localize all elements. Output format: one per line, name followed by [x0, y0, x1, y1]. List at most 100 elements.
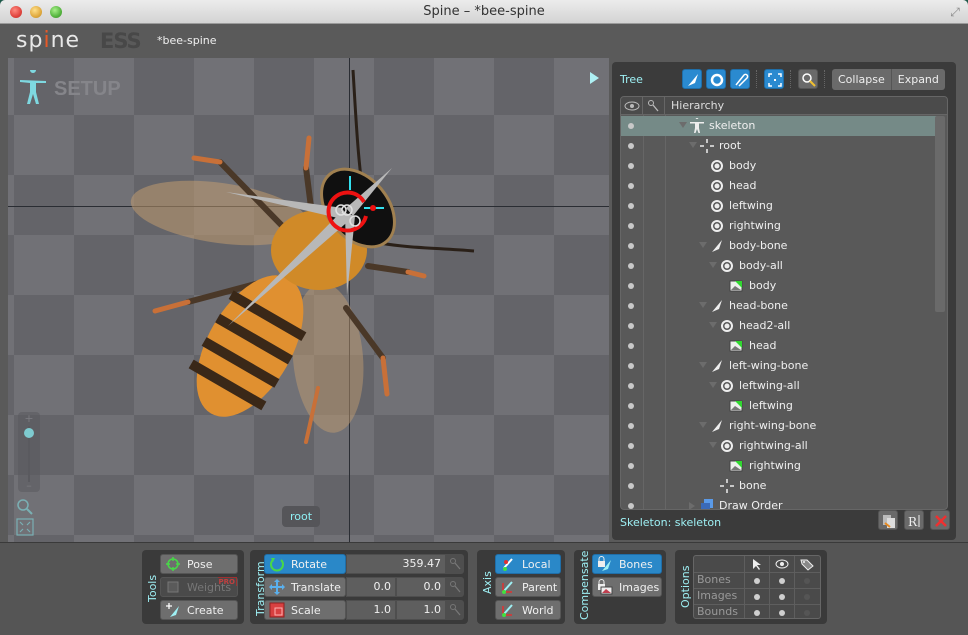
visibility-toggle[interactable] — [628, 403, 634, 409]
rename-button[interactable]: R — [904, 510, 924, 530]
expand-arrow-icon[interactable] — [709, 442, 717, 448]
zoom-window-button[interactable] — [50, 6, 62, 18]
export-button[interactable] — [878, 510, 898, 530]
visibility-toggle[interactable] — [628, 223, 634, 229]
visibility-toggle[interactable] — [628, 203, 634, 209]
axis-local-button[interactable]: Local — [495, 554, 561, 574]
axis-world-button[interactable]: World — [495, 600, 561, 620]
collapse-button[interactable]: Collapse — [832, 69, 891, 90]
compensate-images-button[interactable]: Images — [592, 577, 662, 597]
tree-row[interactable]: head-bone — [621, 296, 937, 316]
visibility-toggle[interactable] — [628, 423, 634, 429]
expand-button[interactable]: Expand — [892, 69, 945, 90]
scale-tool-button[interactable]: Scale — [264, 600, 346, 620]
translate-y-field[interactable]: 0.0 — [396, 577, 446, 597]
zoom-out-icon[interactable]: – — [18, 479, 40, 492]
tree-row[interactable]: root — [621, 136, 937, 156]
pose-tool-button[interactable]: Pose — [160, 554, 238, 574]
tree-row[interactable]: body-all — [621, 256, 937, 276]
visibility-toggle[interactable] — [628, 343, 634, 349]
rotate-value-field[interactable]: 359.47 — [346, 554, 446, 574]
visibility-toggle[interactable] — [628, 303, 634, 309]
keys-column-header[interactable] — [643, 97, 665, 115]
expand-arrow-icon[interactable] — [699, 302, 707, 308]
tree-row[interactable]: rightwing-all — [621, 436, 937, 456]
zoom-knob[interactable] — [24, 428, 34, 438]
expand-arrow-icon[interactable] — [709, 382, 717, 388]
fit-view-icon[interactable] — [16, 518, 34, 536]
visibility-toggle[interactable] — [628, 463, 634, 469]
show-slots-button[interactable] — [706, 69, 726, 89]
expand-arrow-icon[interactable] — [709, 322, 717, 328]
tree-row[interactable]: body-bone — [621, 236, 937, 256]
tree-row[interactable]: skeleton — [621, 116, 937, 136]
visibility-column-header[interactable] — [621, 97, 643, 115]
expand-arrow-icon[interactable] — [709, 262, 717, 268]
visibility-toggle[interactable] — [628, 183, 634, 189]
tree-row[interactable]: leftwing-all — [621, 376, 937, 396]
show-attachments-button[interactable] — [730, 69, 750, 89]
visibility-toggle[interactable] — [628, 263, 634, 269]
option-select-toggle[interactable] — [754, 594, 760, 600]
tree-row[interactable]: head — [621, 336, 937, 356]
visibility-toggle[interactable] — [628, 143, 634, 149]
scale-key-button[interactable] — [446, 600, 464, 620]
option-visible-toggle[interactable] — [779, 594, 785, 600]
scale-y-field[interactable]: 1.0 — [396, 600, 446, 620]
option-select-toggle[interactable] — [754, 578, 760, 584]
tree-row[interactable]: right-wing-bone — [621, 416, 937, 436]
tree-row[interactable]: Draw Order — [621, 496, 937, 509]
visibility-toggle[interactable] — [628, 323, 634, 329]
option-visible-toggle[interactable] — [779, 578, 785, 584]
tree-row[interactable]: rightwing — [621, 216, 937, 236]
visibility-toggle[interactable] — [628, 363, 634, 369]
tree-hierarchy[interactable]: Hierarchy skeleton root body head leftwing ri… — [620, 96, 948, 510]
expand-arrow-icon[interactable] — [689, 142, 697, 148]
visibility-toggle[interactable] — [628, 283, 634, 289]
tree-row[interactable]: leftwing — [621, 196, 937, 216]
option-visible-toggle[interactable] — [779, 610, 785, 616]
visibility-toggle[interactable] — [628, 383, 634, 389]
tree-row[interactable]: bone — [621, 476, 937, 496]
rotate-tool-button[interactable]: Rotate — [264, 554, 346, 574]
create-tool-button[interactable]: Create — [160, 600, 238, 620]
option-names-toggle[interactable] — [804, 610, 810, 616]
tree-scrollbar[interactable] — [935, 116, 945, 312]
translate-tool-button[interactable]: Translate — [264, 577, 346, 597]
rotate-key-button[interactable] — [446, 554, 464, 574]
search-button[interactable] — [798, 69, 818, 89]
tree-row[interactable]: rightwing — [621, 456, 937, 476]
option-names-toggle[interactable] — [804, 578, 810, 584]
expand-arrow-icon[interactable] — [679, 122, 687, 128]
translate-key-button[interactable] — [446, 577, 464, 597]
delete-button[interactable] — [930, 510, 950, 530]
visibility-toggle[interactable] — [628, 483, 634, 489]
translate-x-field[interactable]: 0.0 — [346, 577, 396, 597]
visibility-toggle[interactable] — [628, 443, 634, 449]
scale-x-field[interactable]: 1.0 — [346, 600, 396, 620]
collapsed-arrow-icon[interactable] — [689, 502, 695, 509]
minimize-window-button[interactable] — [30, 6, 42, 18]
close-window-button[interactable] — [10, 6, 22, 18]
fullscreen-icon[interactable]: ⤢ — [948, 5, 962, 19]
zoom-slider[interactable]: + – — [18, 412, 40, 492]
tree-row[interactable]: head2-all — [621, 316, 937, 336]
expand-arrow-icon[interactable] — [699, 242, 707, 248]
tree-row[interactable]: leftwing — [621, 396, 937, 416]
option-select-toggle[interactable] — [754, 610, 760, 616]
tree-row[interactable]: body — [621, 156, 937, 176]
expand-arrow-icon[interactable] — [699, 422, 707, 428]
compensate-bones-button[interactable]: Bones — [592, 554, 662, 574]
axis-parent-button[interactable]: Parent — [495, 577, 561, 597]
play-icon[interactable] — [590, 72, 599, 84]
magnifier-icon[interactable] — [16, 498, 34, 516]
option-names-toggle[interactable] — [804, 594, 810, 600]
viewport[interactable]: SETUP + – root — [8, 58, 609, 542]
tree-row[interactable]: head — [621, 176, 937, 196]
bee-skeleton-artwork[interactable] — [8, 58, 609, 542]
focus-selection-button[interactable] — [764, 69, 784, 89]
expand-arrow-icon[interactable] — [699, 362, 707, 368]
visibility-toggle[interactable] — [628, 163, 634, 169]
visibility-toggle[interactable] — [628, 243, 634, 249]
tree-row[interactable]: left-wing-bone — [621, 356, 937, 376]
